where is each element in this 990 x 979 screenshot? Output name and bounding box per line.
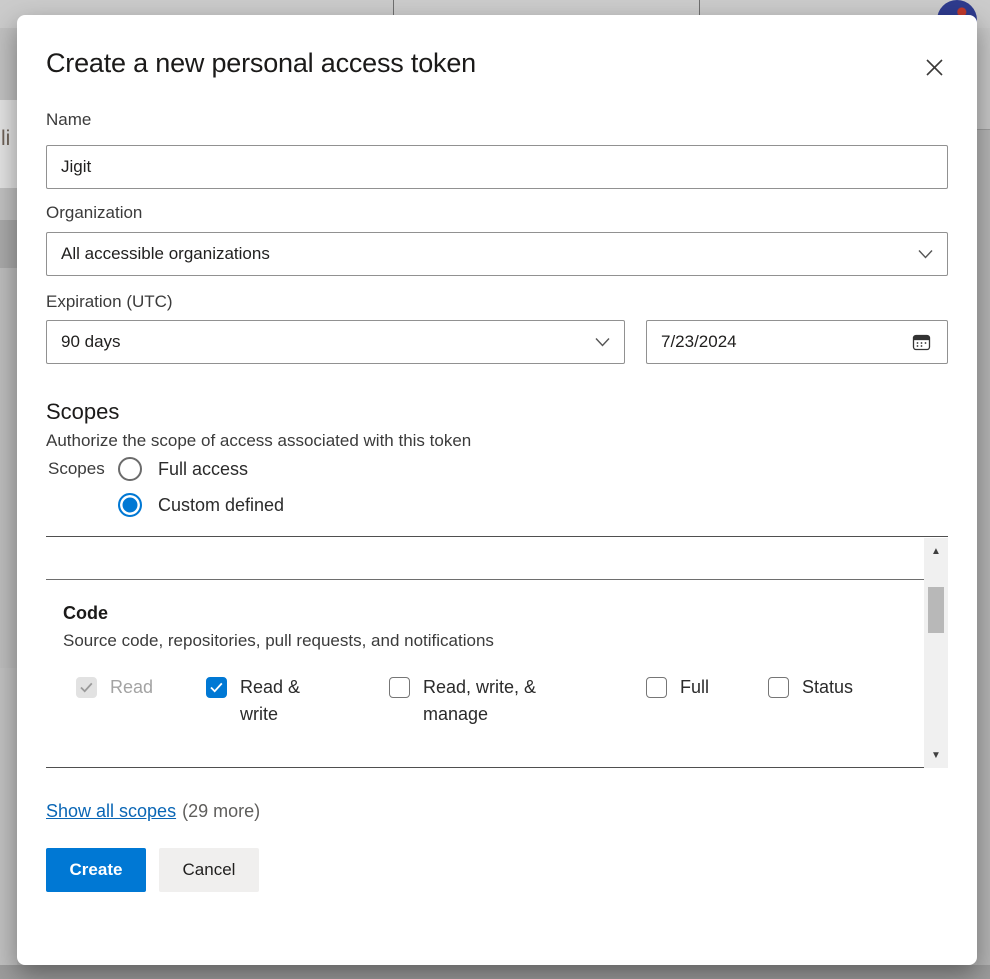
close-icon [925, 58, 944, 77]
close-button[interactable] [921, 54, 948, 81]
expiration-duration-value: 90 days [61, 332, 121, 352]
check-icon [210, 682, 223, 693]
read-checkbox [76, 677, 97, 698]
scrollbar-up-arrow[interactable]: ▲ [924, 542, 948, 562]
read-write-manage-checkbox[interactable] [389, 677, 410, 698]
show-all-scopes-row: Show all scopes (29 more) [46, 801, 948, 822]
status-checkbox[interactable] [768, 677, 789, 698]
custom-defined-radio-label[interactable]: Custom defined [158, 495, 284, 516]
permission-read-write[interactable]: Read & write [206, 669, 335, 728]
scopes-description: Authorize the scope of access associated… [46, 431, 948, 451]
scrollbar-track[interactable]: ▲ ▼ [924, 538, 948, 768]
scopes-scroll-region: Code Source code, repositories, pull req… [46, 536, 948, 768]
organization-value: All accessible organizations [61, 244, 270, 264]
expiration-label: Expiration (UTC) [46, 292, 948, 312]
background-band [0, 268, 17, 668]
permission-full[interactable]: Full [646, 669, 709, 701]
permission-label: Read [110, 669, 153, 701]
permission-label[interactable]: Read & write [240, 669, 335, 728]
scopes-scroll-content: Code Source code, repositories, pull req… [46, 537, 924, 768]
background-bottom-strip [0, 965, 990, 979]
scopes-heading: Scopes [46, 399, 948, 425]
permission-read: Read [76, 669, 153, 701]
background-right-strip [977, 28, 990, 965]
create-button[interactable]: Create [46, 848, 146, 892]
full-access-radio-label[interactable]: Full access [158, 459, 248, 480]
expiration-row: 90 days [46, 320, 948, 364]
background-band [0, 220, 17, 268]
scope-section-name: Code [63, 603, 924, 624]
create-pat-dialog: Create a new personal access token Name … [17, 15, 977, 965]
background-left-strip: li [0, 28, 17, 965]
scopes-radio-group: Scopes Full access Custom defined [46, 457, 948, 517]
show-all-scopes-link[interactable]: Show all scopes [46, 801, 176, 821]
date-picker-button[interactable] [910, 331, 933, 354]
full-access-radio[interactable] [118, 457, 142, 481]
radio-row-custom-defined: Custom defined [46, 493, 948, 517]
permissions-row: Read Read & write Read, write, & manage [46, 669, 924, 749]
cancel-button[interactable]: Cancel [159, 848, 259, 892]
dialog-title: Create a new personal access token [46, 48, 476, 79]
organization-dropdown[interactable]: All accessible organizations [46, 232, 948, 276]
chevron-down-icon [595, 337, 610, 347]
dialog-header: Create a new personal access token [46, 48, 948, 81]
scopes-group-label: Scopes [48, 459, 118, 479]
dialog-actions: Create Cancel [46, 848, 948, 892]
full-checkbox[interactable] [646, 677, 667, 698]
scrollbar-thumb[interactable] [928, 587, 944, 633]
permission-label[interactable]: Read, write, & manage [423, 669, 573, 728]
scope-section-description: Source code, repositories, pull requests… [63, 631, 924, 651]
name-label: Name [46, 110, 948, 130]
organization-label: Organization [46, 203, 948, 223]
calendar-icon [912, 333, 931, 352]
permission-read-write-manage[interactable]: Read, write, & manage [389, 669, 573, 728]
expiration-date-field [646, 320, 948, 364]
expiration-duration-dropdown[interactable]: 90 days [46, 320, 625, 364]
check-icon [80, 682, 93, 693]
background-band [977, 28, 990, 130]
chevron-down-icon [918, 249, 933, 259]
name-input[interactable] [46, 145, 948, 189]
permission-label[interactable]: Full [680, 669, 709, 701]
more-scopes-count: (29 more) [182, 801, 260, 821]
read-write-checkbox[interactable] [206, 677, 227, 698]
permission-status[interactable]: Status [768, 669, 853, 701]
background-text-fragment: li [1, 127, 10, 151]
permission-label[interactable]: Status [802, 669, 853, 701]
radio-row-full-access: Scopes Full access [46, 457, 948, 481]
scrollbar-down-arrow[interactable]: ▼ [924, 746, 948, 766]
expiration-date-input[interactable] [661, 332, 821, 352]
custom-defined-radio[interactable] [118, 493, 142, 517]
partial-previous-section-row [46, 537, 924, 580]
